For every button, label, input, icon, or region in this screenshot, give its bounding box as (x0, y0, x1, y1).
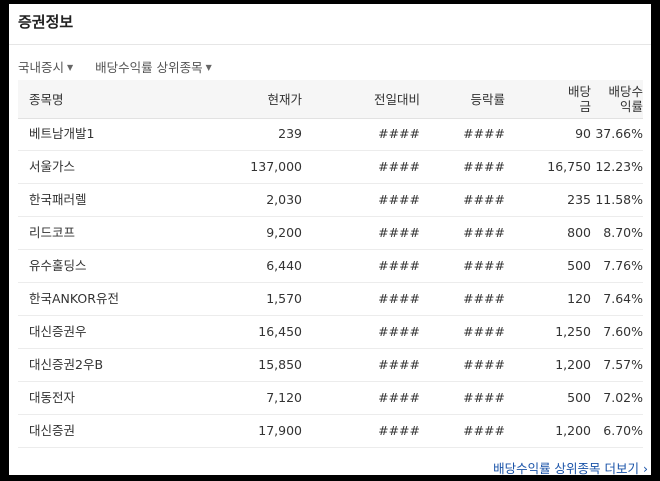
stock-name[interactable]: 서울가스 (29, 151, 75, 183)
dividend-yield: 7.64% (603, 291, 643, 306)
stock-table-body: 베트남개발1 239 #### #### 90 37.66% 서울가스 137,… (18, 118, 643, 448)
header-yield: 배당수 익률 (608, 84, 643, 114)
market-filter-dropdown[interactable]: 국내증시 ▼ (18, 57, 73, 76)
dividend: 500 (567, 258, 591, 273)
more-dividend-link[interactable]: 배당수익률 상위종목 더보기 › (493, 458, 648, 475)
current-price: 6,440 (266, 258, 302, 273)
current-price: 16,450 (258, 324, 302, 339)
header-yield-line2: 익률 (619, 99, 643, 114)
dividend: 1,200 (555, 423, 591, 438)
header-change: 전일대비 (373, 92, 420, 107)
day-change: #### (378, 291, 420, 306)
change-rate: #### (463, 390, 505, 405)
dividend-yield: 7.76% (603, 258, 643, 273)
stock-name[interactable]: 한국패러렐 (29, 184, 87, 216)
stock-name[interactable]: 유수홀딩스 (29, 250, 87, 282)
current-price: 239 (278, 126, 302, 141)
day-change: #### (378, 126, 420, 141)
ranking-filter-dropdown[interactable]: 배당수익률 상위종목 ▼ (95, 57, 212, 76)
change-rate: #### (463, 291, 505, 306)
table-header: 종목명 현재가 전일대비 등락률 배당 금 배당수 익률 (18, 80, 643, 119)
stock-name[interactable]: 베트남개발1 (29, 118, 94, 150)
dividend-yield: 7.57% (603, 357, 643, 372)
table-row[interactable]: 대신증권2우B 15,850 #### #### 1,200 7.57% (18, 349, 643, 382)
table-row[interactable]: 대신증권 17,900 #### #### 1,200 6.70% (18, 415, 643, 448)
more-dividend-label: 배당수익률 상위종목 더보기 (493, 461, 640, 475)
table-row[interactable]: 한국패러렐 2,030 #### #### 235 11.58% (18, 184, 643, 217)
caret-down-icon: ▼ (205, 63, 212, 72)
current-price: 137,000 (250, 159, 302, 174)
table-row[interactable]: 한국ANKOR유전 1,570 #### #### 120 7.64% (18, 283, 643, 316)
dividend: 235 (567, 192, 591, 207)
change-rate: #### (463, 159, 505, 174)
change-rate: #### (463, 126, 505, 141)
dividend: 1,250 (555, 324, 591, 339)
header-yield-line1: 배당수 (608, 84, 643, 99)
title-divider (9, 44, 651, 45)
current-price: 1,570 (266, 291, 302, 306)
day-change: #### (378, 390, 420, 405)
current-price: 7,120 (266, 390, 302, 405)
stock-name[interactable]: 리드코프 (29, 217, 75, 249)
dividend: 1,200 (555, 357, 591, 372)
current-price: 2,030 (266, 192, 302, 207)
dividend: 90 (575, 126, 591, 141)
dividend: 16,750 (547, 159, 591, 174)
change-rate: #### (463, 324, 505, 339)
stock-name[interactable]: 대신증권 (29, 415, 75, 447)
header-name: 종목명 (29, 92, 64, 107)
current-price: 9,200 (266, 225, 302, 240)
dividend: 120 (567, 291, 591, 306)
stock-name[interactable]: 한국ANKOR유전 (29, 283, 119, 315)
change-rate: #### (463, 192, 505, 207)
ranking-filter-label: 배당수익률 상위종목 (95, 60, 203, 75)
day-change: #### (378, 225, 420, 240)
day-change: #### (378, 423, 420, 438)
panel-title: 증권정보 (18, 13, 74, 31)
day-change: #### (378, 258, 420, 273)
dividend-yield: 12.23% (595, 159, 643, 174)
header-price: 현재가 (267, 92, 302, 107)
current-price: 15,850 (258, 357, 302, 372)
table-row[interactable]: 대동전자 7,120 #### #### 500 7.02% (18, 382, 643, 415)
table-row[interactable]: 서울가스 137,000 #### #### 16,750 12.23% (18, 151, 643, 184)
header-dividend-line2: 금 (579, 99, 591, 114)
header-dividend: 배당 금 (568, 84, 591, 114)
change-rate: #### (463, 258, 505, 273)
caret-down-icon: ▼ (67, 63, 74, 72)
day-change: #### (378, 357, 420, 372)
day-change: #### (378, 192, 420, 207)
dividend-yield: 37.66% (595, 126, 643, 141)
dividend-yield: 6.70% (603, 423, 643, 438)
table-row[interactable]: 대신증권우 16,450 #### #### 1,250 7.60% (18, 316, 643, 349)
stock-name[interactable]: 대신증권우 (29, 316, 87, 348)
table-row[interactable]: 유수홀딩스 6,440 #### #### 500 7.76% (18, 250, 643, 283)
stock-info-panel: 증권정보 국내증시 ▼ 배당수익률 상위종목 ▼ 종목명 현재가 전일대비 등락률 … (9, 4, 651, 475)
dividend: 500 (567, 390, 591, 405)
table-row[interactable]: 베트남개발1 239 #### #### 90 37.66% (18, 118, 643, 151)
dividend: 800 (567, 225, 591, 240)
chevron-right-icon: › (643, 461, 648, 475)
day-change: #### (378, 159, 420, 174)
change-rate: #### (463, 357, 505, 372)
current-price: 17,900 (258, 423, 302, 438)
dividend-yield: 8.70% (603, 225, 643, 240)
market-filter-label: 국내증시 (18, 60, 65, 75)
header-dividend-line1: 배당 (567, 84, 591, 99)
stock-name[interactable]: 대동전자 (29, 382, 75, 414)
change-rate: #### (463, 225, 505, 240)
stock-name[interactable]: 대신증권2우B (29, 349, 103, 381)
header-rate: 등락률 (470, 92, 505, 107)
day-change: #### (378, 324, 420, 339)
dividend-yield: 7.02% (603, 390, 643, 405)
dividend-yield: 11.58% (595, 192, 643, 207)
dividend-yield: 7.60% (603, 324, 643, 339)
table-row[interactable]: 리드코프 9,200 #### #### 800 8.70% (18, 217, 643, 250)
filter-bar: 국내증시 ▼ 배당수익률 상위종목 ▼ (18, 57, 230, 76)
change-rate: #### (463, 423, 505, 438)
